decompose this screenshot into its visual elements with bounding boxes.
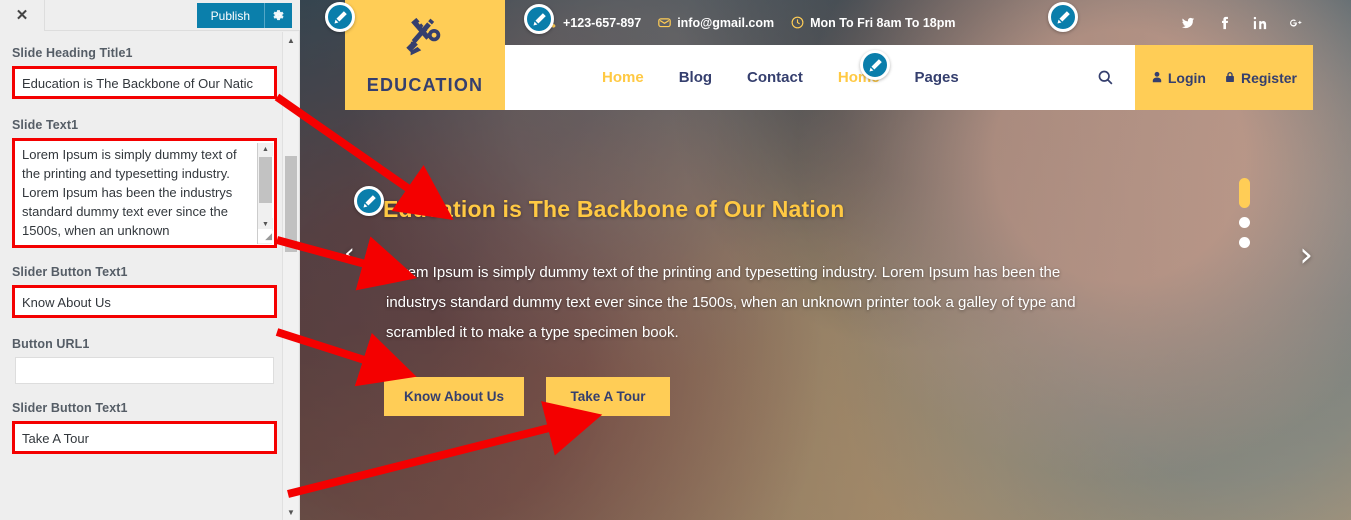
highlight-box: Take A Tour (12, 421, 277, 454)
phone-number: +123-657-897 (563, 15, 642, 30)
facebook-icon[interactable] (1217, 16, 1231, 30)
linkedin-icon[interactable] (1253, 16, 1267, 30)
scroll-up-icon[interactable]: ▲ (283, 32, 299, 48)
slider-pagination (1239, 178, 1250, 248)
gear-icon[interactable] (264, 3, 292, 28)
hero-buttons: Know About Us Take A Tour (384, 377, 670, 416)
button-url1-input[interactable] (15, 357, 274, 384)
field-label: Slide Text1 (12, 118, 79, 132)
nav-item-home[interactable]: Home (602, 69, 644, 86)
highlight-box: Know About Us (12, 285, 277, 318)
slider-button-text1-a-input[interactable]: Know About Us (15, 288, 274, 315)
edit-pencil-icon-nav[interactable] (860, 50, 890, 80)
googleplus-icon[interactable] (1289, 16, 1303, 30)
lock-icon (1224, 70, 1236, 86)
slide-text1-value: Lorem Ipsum is simply dummy text of the … (22, 147, 237, 238)
envelope-icon (658, 16, 671, 29)
scrollbar-thumb[interactable] (259, 157, 272, 203)
field-label: Slider Button Text1 (12, 265, 128, 279)
edit-pencil-icon-socials[interactable] (1048, 2, 1078, 32)
email-info[interactable]: info@gmail.com (658, 16, 774, 30)
phone-info[interactable]: +123-657-897 (545, 16, 641, 30)
slider-button-text1-b-input[interactable]: Take A Tour (15, 424, 274, 451)
customizer-fields: Slide Heading Title1 Education is The Ba… (0, 32, 283, 520)
edit-pencil-icon-hero[interactable] (354, 186, 384, 216)
hero-paragraph: Lorem Ipsum is simply dummy text of the … (386, 264, 1076, 341)
field-label: Button URL1 (12, 337, 90, 351)
customizer-actions: Publish (196, 3, 292, 28)
field-label: Slider Button Text1 (12, 401, 128, 415)
field-button-url1: Button URL1 (12, 337, 274, 384)
customizer-panel: ✕ Publish Slide Heading Title1 Education… (0, 0, 300, 520)
nav-item-pages[interactable]: Pages (915, 69, 959, 86)
slider-dot-1[interactable] (1239, 178, 1250, 208)
slider-next-arrow[interactable]: › (1299, 235, 1313, 275)
auth-group: Login Register (1134, 45, 1313, 110)
main-navigation: Home Blog Contact Home Pages Login Regis… (505, 45, 1313, 110)
slide-text1-textarea[interactable]: Lorem Ipsum is simply dummy text of the … (15, 141, 274, 245)
login-label: Login (1167, 69, 1206, 86)
field-slider-button-text1-a: Slider Button Text1 Know About Us (12, 265, 277, 320)
edit-pencil-icon-topbar[interactable] (524, 4, 554, 34)
scrollbar-thumb[interactable] (285, 156, 297, 252)
twitter-icon[interactable] (1181, 16, 1195, 30)
user-icon (1151, 70, 1163, 86)
field-slide-heading-title1: Slide Heading Title1 Education is The Ba… (12, 46, 277, 101)
hours-info: Mon To Fri 8am To 18pm (791, 15, 956, 30)
highlight-box: Lorem Ipsum is simply dummy text of the … (12, 138, 277, 248)
field-label: Slide Heading Title1 (12, 46, 133, 60)
search-icon[interactable] (1077, 45, 1135, 110)
scroll-up-icon[interactable]: ▲ (258, 143, 273, 156)
contact-info-group: +123-657-897 info@gmail.com Mon To Fri 8… (545, 0, 956, 45)
field-slider-button-text1-b: Slider Button Text1 Take A Tour (12, 401, 277, 456)
login-button[interactable]: Login (1151, 70, 1206, 86)
slider-prev-arrow[interactable]: ‹ (344, 238, 355, 269)
slider-dot-3[interactable] (1239, 237, 1250, 248)
close-icon[interactable]: ✕ (0, 0, 45, 31)
know-about-us-button[interactable]: Know About Us (384, 377, 524, 416)
customizer-scrollbar[interactable]: ▲ ▼ (282, 32, 298, 520)
logo-text: EDUCATION (366, 75, 484, 95)
slide-heading-title1-input[interactable]: Education is The Backbone of Our Natic (15, 69, 274, 96)
site-preview: +123-657-897 info@gmail.com Mon To Fri 8… (300, 0, 1351, 520)
nav-menu: Home Blog Contact Home Pages (602, 69, 959, 86)
customizer-header: ✕ Publish (0, 0, 300, 31)
business-hours: Mon To Fri 8am To 18pm (810, 15, 956, 30)
pencil-ruler-icon (399, 14, 451, 71)
register-button[interactable]: Register (1224, 70, 1297, 86)
field-slide-text1: Slide Text1 Lorem Ipsum is simply dummy … (12, 118, 277, 248)
take-a-tour-button[interactable]: Take A Tour (545, 377, 670, 416)
social-links (1181, 0, 1303, 45)
hero-heading: Education is The Backbone of Our Nation (383, 196, 845, 222)
publish-button[interactable]: Publish (196, 3, 264, 28)
register-label: Register (1240, 69, 1297, 86)
slider-dot-2[interactable] (1239, 217, 1250, 228)
email-address: info@gmail.com (677, 15, 775, 30)
nav-item-contact[interactable]: Contact (747, 69, 803, 86)
resize-handle[interactable]: ◢ (258, 229, 272, 243)
nav-item-blog[interactable]: Blog (679, 69, 712, 86)
clock-icon (791, 16, 804, 29)
edit-pencil-icon-logo[interactable] (325, 2, 355, 32)
nav-right-group: Login Register (1077, 45, 1313, 110)
highlight-box: Education is The Backbone of Our Natic (12, 66, 277, 99)
scroll-down-icon[interactable]: ▼ (283, 504, 299, 520)
site-logo[interactable]: EDUCATION (345, 0, 505, 110)
screen: ✕ Publish Slide Heading Title1 Education… (0, 0, 1351, 520)
